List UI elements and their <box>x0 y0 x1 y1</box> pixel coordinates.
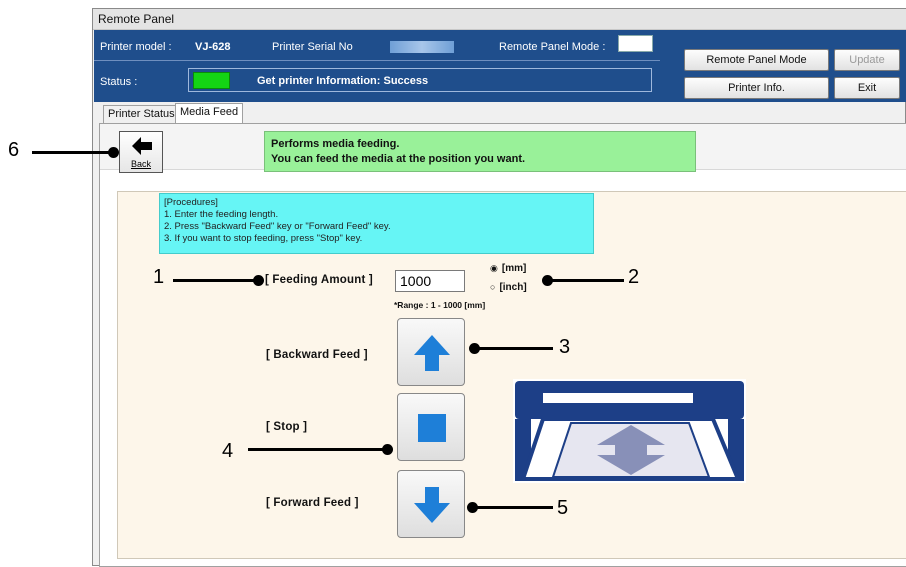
callout-2-number: 2 <box>628 266 640 288</box>
stop-label: [ Stop ] <box>266 421 308 433</box>
stop-square-icon <box>418 414 446 442</box>
arrow-left-icon <box>132 137 152 155</box>
radio-selected-icon: ◉ <box>490 263 498 273</box>
forward-feed-label: [ Forward Feed ] <box>266 497 359 509</box>
callout-1-line <box>173 279 261 282</box>
callout-3-number: 3 <box>559 336 571 358</box>
feeding-amount-input[interactable] <box>395 270 465 292</box>
forward-feed-button[interactable] <box>397 470 465 538</box>
callout-5-number: 5 <box>557 497 569 519</box>
remote-mode-indicator <box>618 35 653 52</box>
unit-mm-radio[interactable]: ◉ [mm] <box>490 263 526 274</box>
callout-1-number: 1 <box>153 266 165 288</box>
unit-mm-label: [mm] <box>501 263 527 274</box>
backward-feed-label: [ Backward Feed ] <box>266 349 368 361</box>
status-light <box>193 72 230 89</box>
callout-5-line <box>471 506 553 509</box>
arrow-down-icon <box>414 487 450 523</box>
header-panel: Printer model : VJ-628 Printer Serial No… <box>94 30 906 102</box>
callout-4-number: 4 <box>222 440 234 462</box>
procedures-title: [Procedures] <box>164 197 218 208</box>
info-box: Performs media feeding. You can feed the… <box>264 131 696 172</box>
callout-6-line <box>32 151 114 154</box>
serial-label: Printer Serial No <box>272 41 353 53</box>
back-button[interactable]: Back <box>119 131 163 173</box>
callout-3-line <box>473 347 553 350</box>
info-line-1: Performs media feeding. <box>271 138 400 150</box>
unit-inch-label: [inch] <box>499 282 527 293</box>
window-title: Remote Panel <box>93 9 906 30</box>
tab-printer-status[interactable]: Printer Status <box>103 105 180 123</box>
status-box: Get printer Information: Success <box>188 68 652 92</box>
info-line-2: You can feed the media at the position y… <box>271 153 526 165</box>
update-button[interactable]: Update <box>834 49 900 71</box>
procedure-step-1: 1. Enter the feeding length. <box>164 209 279 220</box>
printer-info-button[interactable]: Printer Info. <box>684 77 829 99</box>
unit-inch-radio[interactable]: ○ [inch] <box>490 282 527 293</box>
procedure-step-3: 3. If you want to stop feeding, press "S… <box>164 233 363 244</box>
procedure-step-2: 2. Press "Backward Feed" key or "Forward… <box>164 221 391 232</box>
backward-feed-button[interactable] <box>397 318 465 386</box>
printer-model-value: VJ-628 <box>195 41 231 53</box>
range-note: *Range : 1 - 1000 [mm] <box>394 300 486 310</box>
tab-media-feed[interactable]: Media Feed <box>175 103 244 123</box>
stop-button[interactable] <box>397 393 465 461</box>
callout-4-dot <box>382 444 393 455</box>
callout-2-line <box>546 279 624 282</box>
status-text: Get printer Information: Success <box>257 75 429 87</box>
remote-mode-label: Remote Panel Mode : <box>499 41 606 53</box>
remote-panel-mode-button[interactable]: Remote Panel Mode <box>684 49 829 71</box>
back-label: Back <box>130 159 151 169</box>
callout-4-line <box>248 448 388 451</box>
callout-6-dot <box>108 147 119 158</box>
radio-empty-icon: ○ <box>490 282 496 292</box>
status-label: Status : <box>100 76 138 88</box>
serial-number-field <box>390 41 454 53</box>
exit-button[interactable]: Exit <box>834 77 900 99</box>
procedures-box: [Procedures] 1. Enter the feeding length… <box>159 193 594 254</box>
media-feed-panel <box>99 123 906 567</box>
arrow-up-icon <box>414 335 450 371</box>
printer-feed-illustration-icon <box>513 379 746 483</box>
callout-1-dot <box>253 275 264 286</box>
header-divider <box>94 60 660 61</box>
callout-6-number: 6 <box>8 139 20 161</box>
feeding-amount-label: [ Feeding Amount ] <box>265 274 373 286</box>
printer-model-label: Printer model : <box>100 41 172 53</box>
